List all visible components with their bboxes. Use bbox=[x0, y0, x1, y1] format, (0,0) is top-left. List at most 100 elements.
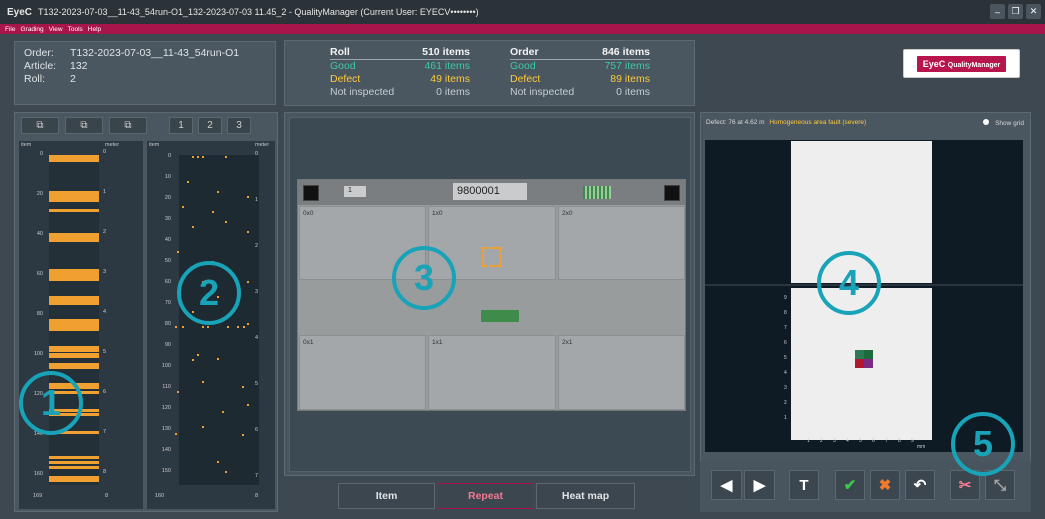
view-button-2[interactable]: ⧉ bbox=[65, 117, 103, 134]
defect-dot bbox=[247, 323, 249, 325]
defect-dot bbox=[227, 326, 229, 328]
items-label: items bbox=[624, 60, 650, 72]
meter-tick: 1 bbox=[103, 189, 107, 195]
roll-total: 510 bbox=[422, 46, 440, 58]
tick-label: 150 bbox=[161, 468, 171, 474]
defect-bar bbox=[49, 239, 99, 242]
roll-strip-detail[interactable]: item meter 0 10 20 30 40 50 60 70 80 90 100 110 120 130… bbox=[147, 141, 275, 509]
defect-bar bbox=[49, 466, 99, 469]
roll-label: Roll: bbox=[24, 73, 46, 85]
menu-view[interactable]: View bbox=[49, 26, 63, 33]
defect-dot bbox=[217, 358, 219, 360]
cell-2x1[interactable]: 2x1 bbox=[558, 335, 685, 410]
menu-help[interactable]: Help bbox=[88, 26, 101, 33]
minimize-button[interactable]: – bbox=[990, 4, 1005, 19]
defect-bar bbox=[49, 302, 99, 305]
cell-label: 1x1 bbox=[432, 339, 443, 346]
text-button[interactable]: T bbox=[789, 470, 819, 500]
reject-button[interactable]: ✖ bbox=[870, 470, 900, 500]
meter-label: meter bbox=[255, 142, 270, 148]
tick-label: 40 bbox=[164, 237, 171, 243]
x-tick: 6 bbox=[872, 438, 875, 444]
page-button-3[interactable]: 3 bbox=[227, 117, 251, 134]
defect-dot bbox=[237, 326, 239, 328]
tick-label: 100 bbox=[161, 363, 171, 369]
show-grid-toggle[interactable]: Show grid bbox=[983, 119, 1024, 127]
defect-type: Homogeneous area fault (severe) bbox=[769, 119, 867, 126]
marker-left bbox=[303, 185, 319, 201]
meter-tick: 4 bbox=[103, 309, 107, 315]
defect-dot bbox=[202, 326, 204, 328]
callout-1: 1 bbox=[19, 371, 83, 435]
defect-dot bbox=[225, 471, 227, 473]
tick-label: 50 bbox=[164, 258, 171, 264]
y-tick: 1 bbox=[784, 415, 787, 421]
tab-repeat[interactable]: Repeat bbox=[437, 483, 534, 509]
menu-tools[interactable]: Tools bbox=[68, 26, 83, 33]
order-total: 846 bbox=[602, 46, 620, 58]
cell-label: 2x1 bbox=[562, 339, 573, 346]
items-label: items bbox=[444, 73, 470, 85]
close-button[interactable]: ✕ bbox=[1026, 4, 1041, 19]
prev-button[interactable]: ◀ bbox=[711, 470, 742, 500]
meter-tick: 2 bbox=[103, 229, 107, 235]
defect-marker[interactable] bbox=[482, 247, 502, 267]
y-tick: 8 bbox=[784, 310, 787, 316]
defect-dot bbox=[202, 381, 204, 383]
map-view-icon: ⧉ bbox=[124, 120, 132, 131]
next-button[interactable]: ▶ bbox=[744, 470, 775, 500]
page-button-2[interactable]: 2 bbox=[198, 117, 222, 134]
cell-label: 0x1 bbox=[303, 339, 314, 346]
check-icon: ✔ bbox=[843, 477, 857, 494]
chevron-right-icon: ▶ bbox=[753, 477, 766, 494]
text-icon: T bbox=[799, 476, 809, 494]
tick-label: 110 bbox=[162, 384, 171, 390]
compress-icon: ⤡ bbox=[993, 476, 1006, 494]
defect-dot bbox=[222, 411, 224, 413]
undo-button[interactable]: ↶ bbox=[905, 470, 935, 500]
tick-label: 160 bbox=[33, 471, 43, 477]
defect-dot bbox=[175, 433, 177, 435]
defect-bar bbox=[49, 366, 99, 369]
defect-dot bbox=[187, 181, 189, 183]
defect-dot bbox=[242, 434, 244, 436]
marker-right bbox=[664, 185, 680, 201]
tick-label: 120 bbox=[161, 405, 171, 411]
meter-tick: 8 bbox=[103, 469, 107, 475]
defect-dot bbox=[175, 326, 177, 328]
meter-tick: 6 bbox=[255, 427, 259, 433]
x-axis-ticks: 1 2 3 4 5 6 7 8 9 bbox=[801, 438, 926, 448]
barcode-icon bbox=[583, 186, 611, 199]
cross-icon: ✖ bbox=[878, 477, 892, 494]
page-button-1[interactable]: 1 bbox=[169, 117, 193, 134]
good-label: Good bbox=[330, 60, 356, 72]
view-button-1[interactable]: ⧉ bbox=[21, 117, 59, 134]
tab-heatmap[interactable]: Heat map bbox=[536, 483, 635, 509]
meter-tick: 6 bbox=[103, 389, 107, 395]
accept-button[interactable]: ✔ bbox=[835, 470, 865, 500]
cell-2x0[interactable]: 2x0 bbox=[558, 206, 685, 280]
menu-grading[interactable]: Grading bbox=[20, 26, 43, 33]
defect-dot bbox=[192, 226, 194, 228]
defect-dot bbox=[202, 426, 204, 428]
roll-ni: 0 bbox=[436, 86, 442, 98]
tab-item[interactable]: Item bbox=[338, 483, 435, 509]
restore-button[interactable]: ❐ bbox=[1008, 4, 1023, 19]
x-tick: 2 bbox=[820, 438, 823, 444]
repeat-layout[interactable]: 1 9800001 0x0 1x0 2x0 0x1 1x1 2x1 bbox=[297, 179, 686, 411]
meter-label: meter bbox=[105, 142, 120, 148]
y-tick: 4 bbox=[784, 370, 787, 376]
view-button-3[interactable]: ⧉ bbox=[109, 117, 147, 134]
defect-dot bbox=[243, 326, 245, 328]
roll-strip-overview[interactable]: item meter 0 20 40 60 80 100 120 140 160 0 1 2 3 4 5 6 7 8 1… bbox=[19, 141, 143, 509]
order-info-panel: Order: T132-2023-07-03__11-43_54run-O1 Ar… bbox=[14, 41, 276, 105]
cell-1x1[interactable]: 1x1 bbox=[428, 335, 556, 410]
defect-dot bbox=[192, 359, 194, 361]
menu-file[interactable]: File bbox=[5, 26, 15, 33]
order-value: T132-2023-07-03__11-43_54run-O1 bbox=[70, 47, 240, 59]
x-tick: 8 bbox=[898, 438, 901, 444]
meter-tick: 3 bbox=[255, 289, 259, 295]
cell-0x1[interactable]: 0x1 bbox=[299, 335, 426, 410]
tick-label: 40 bbox=[36, 231, 43, 237]
items-label: items bbox=[622, 46, 650, 58]
